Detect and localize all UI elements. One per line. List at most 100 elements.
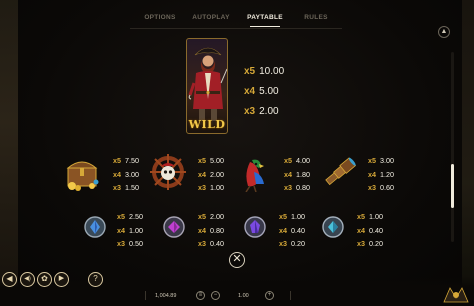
payout-value: 0.60 — [380, 183, 394, 192]
payout-value: 0.80 — [296, 183, 310, 192]
payout-row: x5 10.00 — [244, 62, 284, 82]
multiplier: x5 — [284, 156, 292, 165]
symbol-spyglass — [320, 152, 360, 192]
divider — [145, 291, 146, 300]
symbol-purple-gem-coin — [163, 216, 185, 238]
back-button[interactable]: ◀ — [2, 272, 17, 287]
symbol-payouts: x5 3.00 x4 1.20 x3 0.60 — [368, 154, 394, 195]
cyan-gem-coin-icon — [322, 216, 344, 238]
payout-row: x3 0.20 — [279, 237, 305, 251]
menu-tabs: OPTIONS AUTOPLAY PAYTABLE RULES — [0, 8, 474, 28]
symbol-skull-wheel — [148, 152, 188, 192]
symbol-payouts: x5 2.00 x4 0.80 x3 0.40 — [198, 210, 224, 251]
payout-value: 0.40 — [369, 225, 383, 235]
symbol-treasure-chest — [62, 152, 102, 192]
multiplier: x3 — [244, 106, 256, 117]
multiplier: x4 — [113, 169, 121, 179]
payout-row: x3 2.00 — [244, 102, 284, 122]
multiplier: x5 — [198, 156, 206, 165]
payout-value: 0.20 — [369, 239, 383, 248]
payout-value: 2.00 — [210, 169, 224, 179]
payout-row: x5 5.00 — [198, 154, 224, 168]
payout-row: x4 0.40 — [279, 224, 305, 238]
multiplier: x5 — [357, 212, 365, 221]
multiplier: x4 — [117, 225, 125, 235]
payout-row: x4 3.00 — [113, 168, 139, 182]
payout-value: 0.40 — [210, 239, 224, 248]
chevron-up-icon: ▲ — [440, 28, 448, 35]
multiplier: x3 — [279, 239, 287, 248]
multiplier: x5 — [279, 212, 287, 221]
payout-value: 1.80 — [296, 169, 310, 179]
multiplier: x4 — [284, 169, 292, 179]
multiplier: x3 — [357, 239, 365, 248]
payout-value: 2.00 — [259, 106, 279, 117]
blue-gem-coin-icon — [84, 216, 106, 238]
paytable-screen: OPTIONS AUTOPLAY PAYTABLE RULES ▲ WILD x… — [0, 0, 474, 306]
payout-value: 1.50 — [125, 183, 139, 192]
payout-row: x5 7.50 — [113, 154, 139, 168]
symbol-payouts: x5 2.50 x4 1.00 x3 0.50 — [117, 210, 143, 251]
payout-row: x5 1.00 — [357, 210, 383, 224]
help-button[interactable]: ? — [88, 272, 103, 287]
skull-wheel-icon — [150, 154, 186, 190]
symbol-violet-gem-coin — [244, 216, 266, 238]
wild-payouts: x5 10.00 x4 5.00 x3 2.00 — [244, 62, 284, 122]
multiplier: x4 — [244, 86, 256, 97]
payout-value: 5.00 — [210, 156, 224, 165]
payout-row: x4 0.40 — [357, 224, 383, 238]
symbol-payouts: x5 5.00 x4 2.00 x3 1.00 — [198, 154, 224, 195]
multiplier: x4 — [357, 225, 365, 235]
tab-paytable[interactable]: PAYTABLE — [242, 8, 288, 28]
tab-rules[interactable]: RULES — [296, 8, 336, 28]
symbol-blue-gem-coin — [84, 216, 106, 238]
settings-gear-icon: ✿ — [41, 274, 48, 283]
payout-value: 3.00 — [380, 156, 394, 165]
tabs-divider — [130, 28, 342, 29]
scrollbar-thumb[interactable] — [451, 164, 454, 208]
payout-row: x4 1.80 — [284, 168, 310, 182]
multiplier: x4 — [198, 169, 206, 179]
symbol-cyan-gem-coin — [322, 216, 344, 238]
back-arrow-icon: ◀ — [6, 274, 13, 283]
payout-row: x3 1.50 — [113, 181, 139, 195]
symbol-payouts: x5 4.00 x4 1.80 x3 0.80 — [284, 154, 310, 195]
payout-value: 10.00 — [259, 66, 285, 77]
payout-value: 2.00 — [210, 212, 224, 221]
coin-stack-icon[interactable]: ≡ — [196, 291, 205, 300]
symbol-payouts: x5 1.00 x4 0.40 x3 0.20 — [279, 210, 305, 251]
increase-bet-icon[interactable]: + — [265, 291, 274, 300]
balance-value: 1,004.89 — [155, 293, 177, 299]
payout-value: 3.00 — [125, 169, 139, 179]
symbol-parrot — [234, 152, 274, 192]
close-button[interactable]: ✕ — [229, 252, 245, 268]
payout-row: x3 0.20 — [357, 237, 383, 251]
payout-row: x3 0.40 — [198, 237, 224, 251]
sound-button[interactable]: ◀) — [20, 272, 35, 287]
info-button[interactable]: ▶ — [54, 272, 69, 287]
tab-options[interactable]: OPTIONS — [135, 8, 185, 28]
bet-value: 1.00 — [238, 293, 249, 299]
multiplier: x5 — [113, 156, 121, 165]
multiplier: x5 — [117, 212, 125, 221]
tab-autoplay[interactable]: AUTOPLAY — [188, 8, 234, 28]
multiplier: x3 — [368, 183, 376, 192]
payout-row: x3 0.50 — [117, 237, 143, 251]
payout-row: x5 4.00 — [284, 154, 310, 168]
scroll-up-button[interactable]: ▲ — [438, 26, 450, 38]
payout-value: 1.00 — [369, 212, 383, 221]
parrot-icon — [245, 159, 264, 192]
treasure-chest-icon — [66, 161, 99, 191]
multiplier: x5 — [198, 212, 206, 221]
payout-row: x4 0.80 — [198, 224, 224, 238]
scrollbar-track[interactable] — [451, 52, 454, 242]
settings-button[interactable]: ✿ — [37, 272, 52, 287]
decrease-bet-icon[interactable]: − — [211, 291, 220, 300]
payout-row: x4 5.00 — [244, 82, 284, 102]
multiplier: x4 — [279, 225, 287, 235]
multiplier: x3 — [113, 183, 121, 192]
spyglass-icon — [325, 157, 357, 186]
payout-row: x4 1.00 — [117, 224, 143, 238]
payout-row: x3 0.80 — [284, 181, 310, 195]
purple-gem-coin-icon — [163, 216, 185, 238]
